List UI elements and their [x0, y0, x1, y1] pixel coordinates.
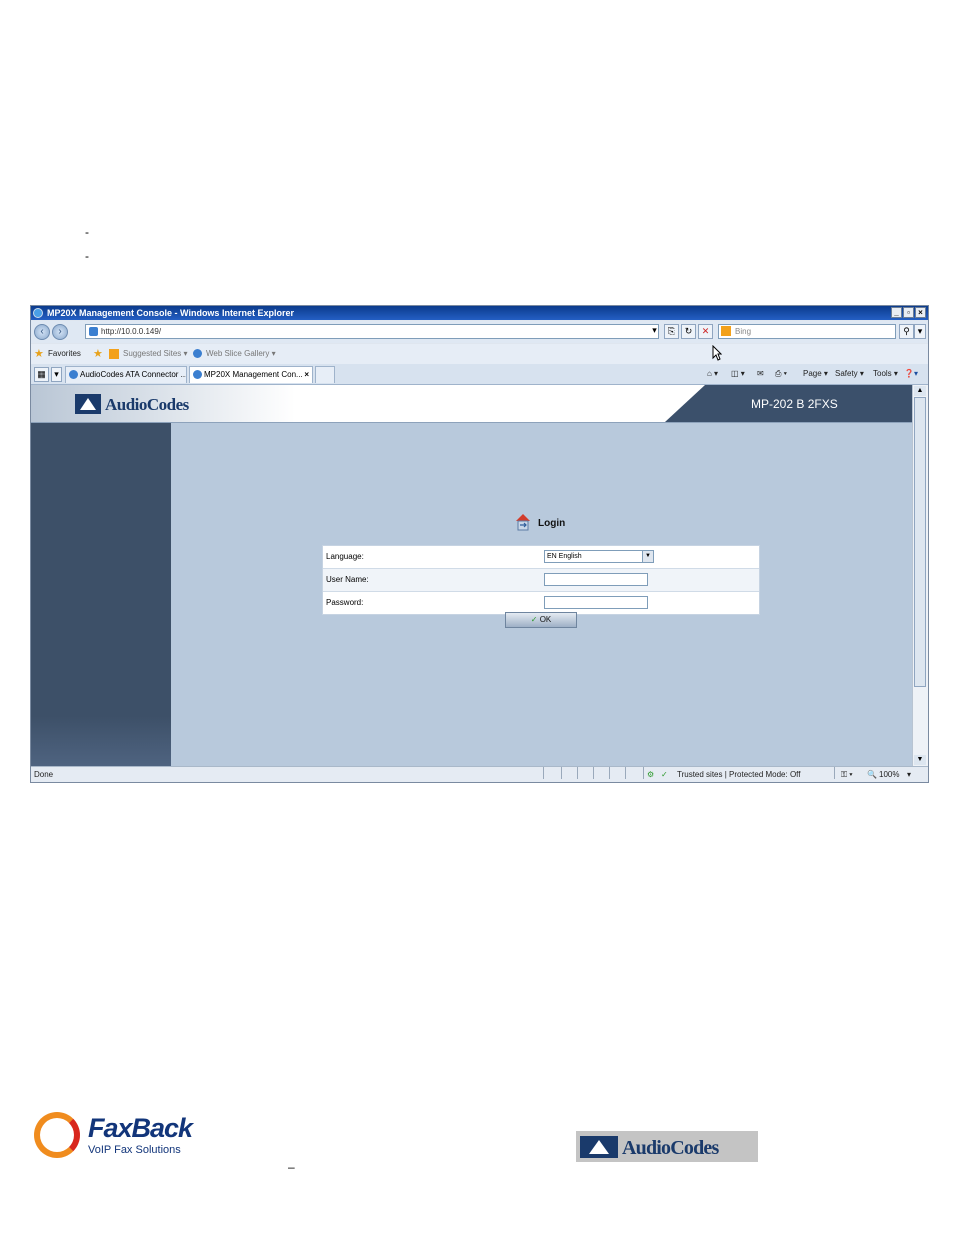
- username-label: User Name:: [326, 575, 369, 584]
- tab-bar: ▦ ▾ AudioCodes ATA Connector ... MP20X M…: [31, 364, 928, 385]
- tab-label: MP20X Management Con...: [204, 370, 303, 379]
- security-zone-text: Trusted sites | Protected Mode: Off: [677, 770, 801, 779]
- mouse-cursor-icon: [712, 345, 722, 361]
- language-value: EN English: [547, 553, 582, 560]
- zoom-level[interactable]: 100%: [879, 767, 899, 782]
- add-favorite-icon[interactable]: ★: [93, 344, 103, 364]
- address-dropdown-icon[interactable]: ▾: [647, 324, 662, 339]
- web-page: AudioCodes MP-202 B 2FXS Login Language:…: [31, 385, 912, 766]
- faxback-logo-icon: [34, 1112, 80, 1158]
- page-icon: [89, 327, 98, 336]
- refresh-button[interactable]: ↻: [681, 324, 696, 339]
- scroll-thumb[interactable]: [914, 397, 926, 687]
- web-slice-gallery-link[interactable]: Web Slice Gallery ▾: [206, 344, 276, 364]
- title-bar: MP20X Management Console - Windows Inter…: [31, 306, 928, 320]
- status-text: Done: [34, 770, 54, 779]
- help-icon[interactable]: ❓▾: [904, 364, 918, 384]
- chevron-down-icon: ▼: [642, 551, 653, 562]
- new-tab-button[interactable]: [315, 366, 335, 383]
- home-icon[interactable]: ⌂ ▾: [707, 364, 718, 384]
- password-row: Password:: [323, 592, 759, 614]
- forward-button[interactable]: ›: [52, 324, 68, 340]
- search-icon[interactable]: ⚲: [899, 324, 914, 339]
- quick-tabs-icon[interactable]: ▦: [34, 367, 49, 382]
- ie-page-icon: [193, 370, 202, 379]
- window-title: MP20X Management Console - Windows Inter…: [47, 308, 294, 318]
- address-bar[interactable]: http://10.0.0.149/: [85, 324, 659, 339]
- safety-menu[interactable]: Safety ▾: [835, 364, 864, 384]
- faxback-tagline: VoIP Fax Solutions: [88, 1144, 181, 1156]
- back-button[interactable]: ‹: [34, 324, 50, 340]
- header-banner: AudioCodes MP-202 B 2FXS: [31, 385, 912, 423]
- login-house-icon: [516, 514, 530, 531]
- address-url: http://10.0.0.149/: [101, 327, 162, 336]
- feeds-icon[interactable]: ◫ ▾: [731, 364, 745, 384]
- minimize-button[interactable]: _: [891, 307, 902, 318]
- language-label: Language:: [326, 552, 364, 561]
- audiocodes-logo-icon: [75, 394, 101, 414]
- search-options-icon[interactable]: ▾: [914, 324, 926, 339]
- stop-button[interactable]: ✕: [698, 324, 713, 339]
- tab-list-icon[interactable]: ▾: [51, 367, 62, 382]
- password-label: Password:: [326, 598, 364, 607]
- web-slice-icon: [193, 349, 202, 358]
- zoom-dropdown-icon[interactable]: ▾: [907, 767, 911, 782]
- favorites-button[interactable]: Favorites: [48, 344, 81, 364]
- compatibility-icon[interactable]: ⎘: [664, 324, 679, 339]
- tab-label: AudioCodes ATA Connector ...: [80, 370, 187, 379]
- close-window-button[interactable]: ×: [915, 307, 926, 318]
- favorites-bar: ★ Favorites ★ Suggested Sites ▾ Web Slic…: [31, 344, 928, 364]
- ie-page-icon: [69, 370, 78, 379]
- language-row: Language: EN English ▼: [323, 546, 759, 569]
- bing-icon: [721, 326, 731, 336]
- suggested-sites-icon: [109, 349, 119, 359]
- city-graphic: [31, 716, 171, 766]
- lock-zone-icon[interactable]: ⚿ ▾: [841, 767, 853, 782]
- suggested-sites-link[interactable]: Suggested Sites ▾: [123, 344, 188, 364]
- ok-label: OK: [539, 615, 552, 624]
- scroll-up-icon[interactable]: ▲: [914, 386, 926, 396]
- ok-button[interactable]: ✓ OK: [505, 612, 577, 628]
- checkmark-icon: ✓: [530, 615, 538, 624]
- username-input[interactable]: [544, 573, 648, 586]
- page-menu[interactable]: Page ▾: [803, 364, 828, 384]
- faxback-brand: FaxBack: [88, 1113, 193, 1143]
- security-zone-icon: ⚙: [647, 770, 655, 779]
- left-navigation-panel: [31, 423, 171, 766]
- checkmark-icon: ✓: [661, 770, 668, 779]
- footer-dash: –: [288, 1160, 295, 1174]
- address-toolbar: ‹ › http://10.0.0.149/ ▾ ⎘ ↻ ✕ Bing ⚲ ▾: [31, 321, 928, 343]
- tools-menu[interactable]: Tools ▾: [873, 364, 898, 384]
- search-placeholder: Bing: [735, 327, 752, 336]
- favorites-star-icon: ★: [34, 348, 44, 360]
- bullet-dash: -: [85, 225, 89, 239]
- close-tab-icon[interactable]: ×: [304, 367, 309, 383]
- ie-logo-icon: [33, 308, 43, 318]
- search-box[interactable]: Bing: [718, 324, 896, 339]
- print-icon[interactable]: ⎙ ▾: [775, 364, 787, 384]
- status-bar: Done ⚙ ✓ Trusted sites | Protected Mode:…: [31, 766, 928, 782]
- mail-icon[interactable]: ✉: [757, 364, 764, 384]
- language-select[interactable]: EN English ▼: [544, 550, 654, 563]
- brand-name: AudioCodes: [105, 395, 189, 414]
- tab-audiocodes-ata[interactable]: AudioCodes ATA Connector ...: [65, 366, 187, 383]
- restore-button[interactable]: ▫: [903, 307, 914, 318]
- browser-window: MP20X Management Console - Windows Inter…: [30, 305, 929, 783]
- audiocodes-logo-icon: [580, 1136, 618, 1158]
- vertical-scrollbar[interactable]: ▲ ▼: [912, 385, 928, 766]
- bullet-dash: -: [85, 249, 89, 263]
- password-input[interactable]: [544, 596, 648, 609]
- audiocodes-footer-logo: AudioCodes: [576, 1131, 758, 1162]
- scroll-down-icon[interactable]: ▼: [914, 755, 926, 765]
- login-title: Login: [538, 518, 566, 529]
- login-form: Language: EN English ▼ User Name: Passwo…: [322, 545, 760, 615]
- username-row: User Name:: [323, 569, 759, 592]
- audiocodes-brand: AudioCodes: [622, 1137, 719, 1159]
- tab-mp20x-console[interactable]: MP20X Management Con... ×: [189, 366, 313, 383]
- device-model: MP-202 B 2FXS: [751, 397, 838, 411]
- zoom-icon[interactable]: 🔍: [867, 767, 877, 782]
